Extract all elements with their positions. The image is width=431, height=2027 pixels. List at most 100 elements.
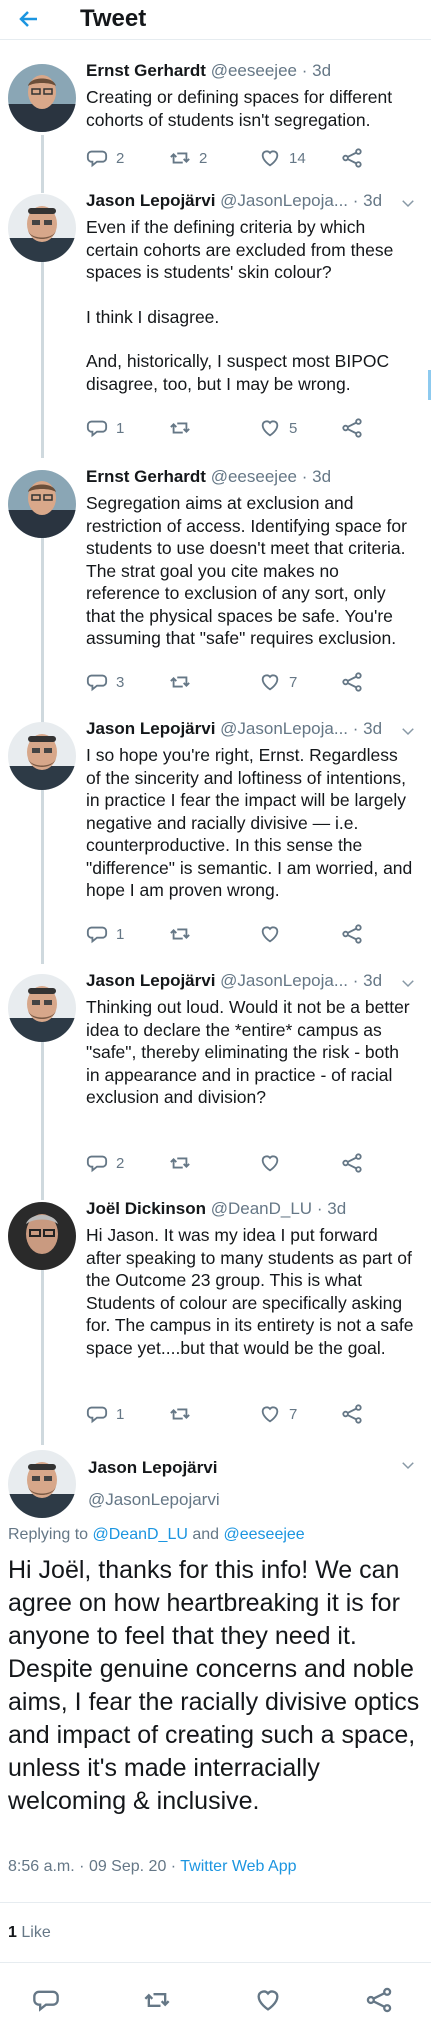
thread-line xyxy=(41,523,44,723)
avatar[interactable] xyxy=(8,470,76,538)
reply-count: 2 xyxy=(116,149,125,167)
author-handle[interactable]: @JasonLepoja... xyxy=(220,719,348,738)
comment-icon xyxy=(86,671,108,693)
heart-icon[interactable] xyxy=(254,1986,282,2014)
arrow-left-icon[interactable] xyxy=(14,4,44,34)
avatar[interactable] xyxy=(8,64,76,132)
author-name[interactable]: Ernst Gerhardt xyxy=(86,61,206,80)
reply-mention-link[interactable]: @eeseejee xyxy=(224,1526,305,1543)
reply-button[interactable]: 3 xyxy=(86,671,124,693)
avatar[interactable] xyxy=(8,1450,76,1518)
reply-button[interactable]: 2 xyxy=(86,1152,124,1174)
share-button[interactable] xyxy=(341,1152,363,1174)
author-handle[interactable]: @JasonLepoja... xyxy=(220,971,348,990)
main-tweet-text: Hi Joël, thanks for this info! We can ag… xyxy=(8,1556,420,1815)
retweet-icon xyxy=(169,923,191,945)
retweet-button[interactable]: 2 xyxy=(169,147,207,169)
tweet-text: Even if the defining criteria by which c… xyxy=(86,217,394,282)
author-name[interactable]: Jason Lepojärvi xyxy=(86,971,215,990)
chevron-down-icon[interactable] xyxy=(399,974,417,992)
share-button[interactable] xyxy=(341,671,363,693)
retweet-button[interactable] xyxy=(169,671,199,693)
retweet-button[interactable] xyxy=(169,417,199,439)
reply-count: 1 xyxy=(116,419,125,437)
author-handle[interactable]: @JasonLepojarvi xyxy=(88,1490,220,1510)
replying-to: Replying to @DeanD_LU and @eeseejee xyxy=(8,1526,305,1544)
author-name[interactable]: Jason Lepojärvi xyxy=(86,719,215,738)
chevron-down-icon[interactable] xyxy=(399,722,417,740)
like-button[interactable]: 7 xyxy=(259,671,297,693)
heart-icon xyxy=(259,417,281,439)
tweet-header: Joël Dickinson @DeanD_LU · 3d xyxy=(86,1198,411,1220)
separator: · xyxy=(352,191,359,210)
retweet-button[interactable] xyxy=(169,1403,199,1425)
comment-icon xyxy=(86,1152,108,1174)
author-handle[interactable]: @DeanD_LU xyxy=(211,1199,312,1218)
like-button[interactable]: 14 xyxy=(259,147,306,169)
avatar[interactable] xyxy=(8,1202,76,1270)
share-button[interactable] xyxy=(341,1403,363,1425)
source-link[interactable]: Twitter Web App xyxy=(180,1858,296,1875)
like-button[interactable] xyxy=(259,1152,289,1174)
tweet-text: Thinking out loud. Would it not be a bet… xyxy=(86,997,410,1107)
tweet-header: Ernst Gerhardt @eeseejee · 3d xyxy=(86,60,411,82)
author-handle[interactable]: @eeseejee xyxy=(211,61,297,80)
reply-mention-link[interactable]: @DeanD_LU xyxy=(93,1526,188,1543)
share-button[interactable] xyxy=(341,923,363,945)
reply-button[interactable]: 1 xyxy=(86,1403,124,1425)
separator: · xyxy=(352,719,359,738)
retweet-button[interactable] xyxy=(169,1152,199,1174)
author-handle[interactable]: @eeseejee xyxy=(211,467,297,486)
share-icon[interactable] xyxy=(365,1986,393,2014)
reply-count: 1 xyxy=(116,1405,125,1423)
comment-icon xyxy=(86,923,108,945)
like-count: 7 xyxy=(289,1405,298,1423)
retweet-icon[interactable] xyxy=(143,1986,171,2014)
tweet-actions: 1 xyxy=(86,923,386,947)
reply-button[interactable]: 2 xyxy=(86,147,124,169)
like-button[interactable] xyxy=(259,923,289,945)
reply-count: 1 xyxy=(116,925,125,943)
reply-count: 2 xyxy=(116,1154,125,1172)
author-name[interactable]: Jason Lepojärvi xyxy=(88,1458,217,1478)
author-name[interactable]: Jason Lepojärvi xyxy=(86,191,215,210)
page-title: Tweet xyxy=(80,5,147,32)
comment-icon[interactable] xyxy=(32,1986,60,2014)
tweet-header: Jason Lepojärvi @JasonLepoja... · 3d xyxy=(86,970,411,992)
comment-icon xyxy=(86,417,108,439)
reply-button[interactable]: 1 xyxy=(86,417,124,439)
like-button[interactable]: 7 xyxy=(259,1403,297,1425)
chevron-down-icon[interactable] xyxy=(399,1456,417,1474)
share-icon xyxy=(341,923,363,945)
avatar[interactable] xyxy=(8,194,76,262)
retweet-icon xyxy=(169,417,191,439)
tweet-header: Ernst Gerhardt @eeseejee · 3d xyxy=(86,466,411,488)
likes-label: Like xyxy=(21,1924,51,1941)
share-icon xyxy=(341,1403,363,1425)
tweet-text: I so hope you're right, Ernst. Regardles… xyxy=(86,745,413,900)
tweet-body: Segregation aims at exclusion and restri… xyxy=(86,492,416,650)
tweet-text: Segregation aims at exclusion and restri… xyxy=(86,493,407,648)
comment-icon xyxy=(86,1403,108,1425)
retweet-button[interactable] xyxy=(169,923,199,945)
avatar[interactable] xyxy=(8,722,76,790)
likes-summary[interactable]: 1 Like xyxy=(8,1924,51,1942)
avatar[interactable] xyxy=(8,974,76,1042)
tweet-time: 3d xyxy=(363,971,383,990)
replying-prefix: Replying to xyxy=(8,1526,89,1543)
thread-line xyxy=(41,258,44,458)
author-name[interactable]: Ernst Gerhardt xyxy=(86,467,206,486)
heart-icon xyxy=(259,1152,281,1174)
top-bar: Tweet xyxy=(0,0,431,40)
likes-count: 1 xyxy=(8,1924,17,1941)
author-name[interactable]: Joël Dickinson xyxy=(86,1199,206,1218)
tweet-time: 3d xyxy=(363,191,383,210)
share-button[interactable] xyxy=(341,147,363,169)
author-handle[interactable]: @JasonLepoja... xyxy=(220,191,348,210)
divider xyxy=(0,1962,431,1963)
tweet-body: Hi Jason. It was my idea I put forward a… xyxy=(86,1224,416,1359)
share-button[interactable] xyxy=(341,417,363,439)
like-button[interactable]: 5 xyxy=(259,417,297,439)
chevron-down-icon[interactable] xyxy=(399,194,417,212)
reply-button[interactable]: 1 xyxy=(86,923,124,945)
